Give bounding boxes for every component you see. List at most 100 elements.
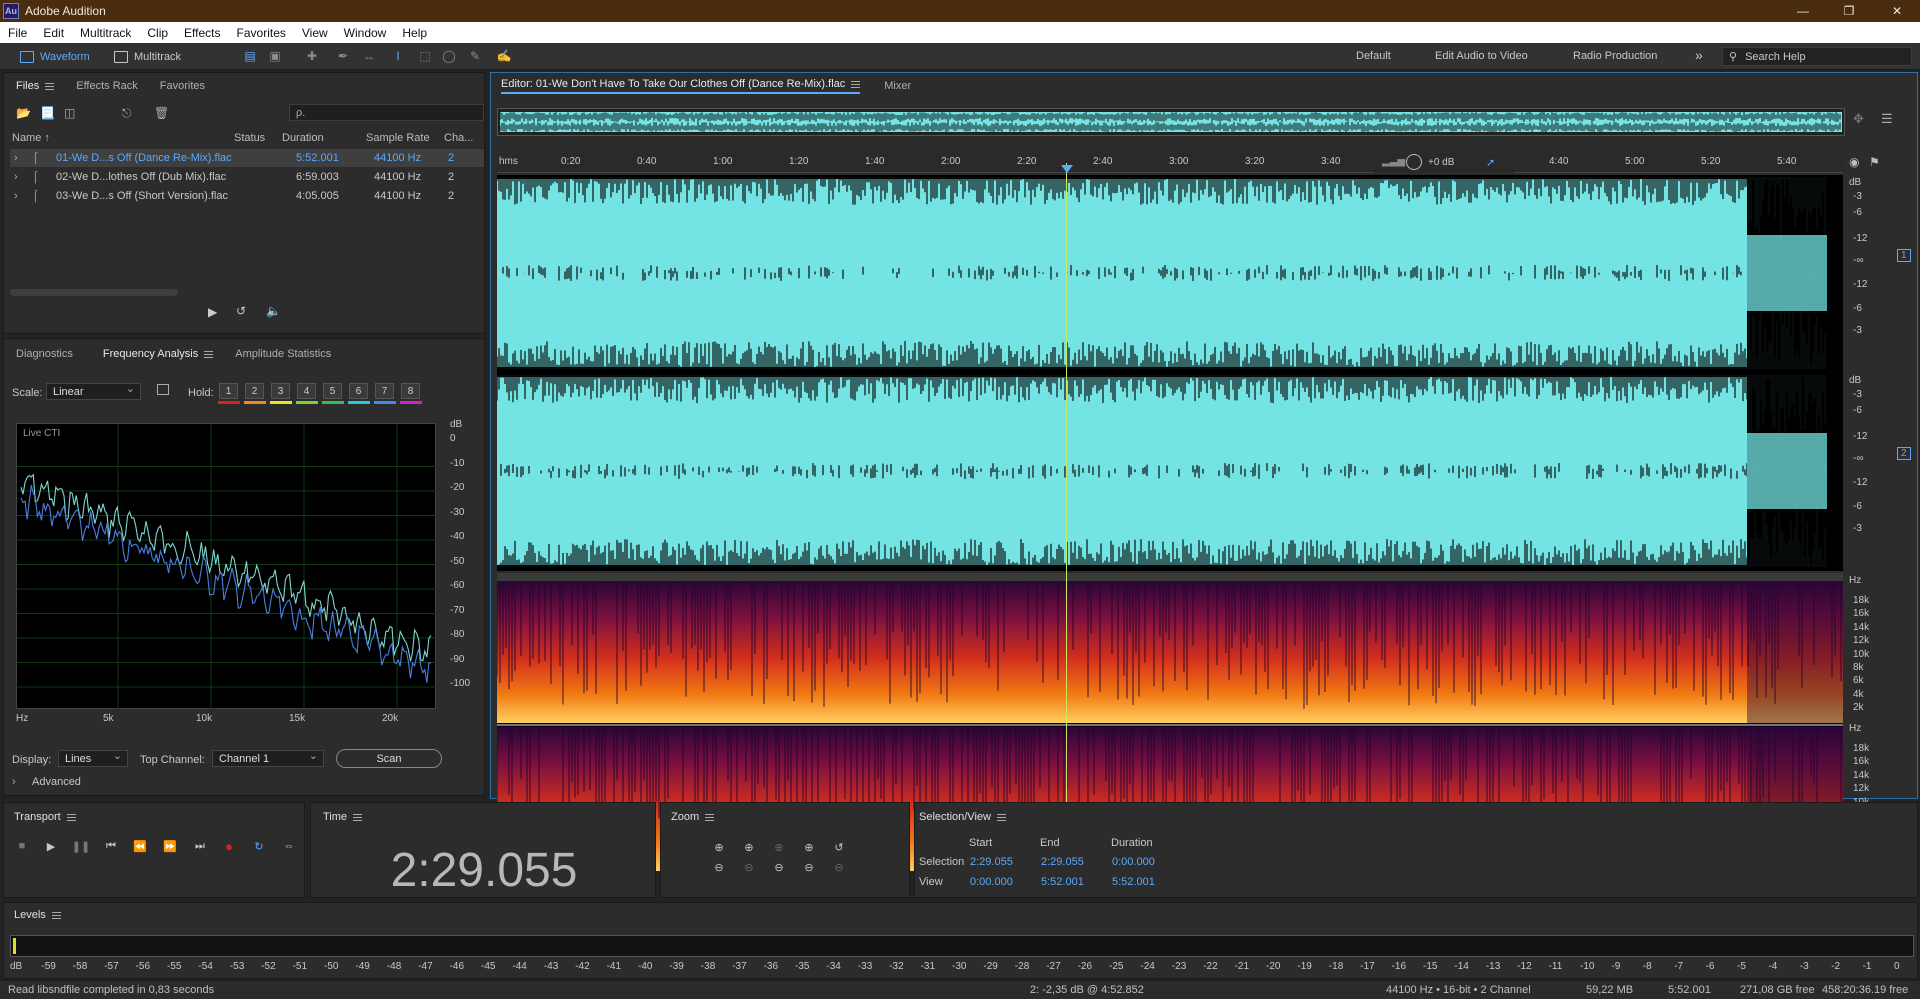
marquee-tool-icon[interactable]: ⬚ bbox=[418, 49, 432, 63]
workspace-default[interactable]: Default bbox=[1356, 50, 1391, 62]
channel-badge[interactable]: 2 bbox=[1897, 447, 1911, 460]
panel-menu-icon[interactable] bbox=[705, 813, 715, 821]
panel-menu-icon[interactable] bbox=[45, 82, 55, 90]
view-start[interactable]: 0:00.000 bbox=[970, 876, 1013, 888]
close-icon[interactable]: ✕ bbox=[1874, 0, 1920, 22]
spot-healing-tool-icon[interactable]: ✍ bbox=[497, 49, 512, 63]
hold-button-2[interactable]: 2 bbox=[245, 383, 264, 399]
workspace-edit-audio-to-video[interactable]: Edit Audio to Video bbox=[1435, 50, 1528, 62]
spectral-divider[interactable] bbox=[497, 573, 1843, 581]
zoom-out-full-icon[interactable]: ⊖ bbox=[801, 860, 817, 874]
hold-button-3[interactable]: 3 bbox=[271, 383, 290, 399]
menu-edit[interactable]: Edit bbox=[35, 26, 72, 40]
hold-button-1[interactable]: 1 bbox=[219, 383, 238, 399]
selection-end[interactable]: 2:29.055 bbox=[1041, 856, 1084, 868]
file-row[interactable]: › ⌠ 01-We D...s Off (Dance Re-Mix).flac 5… bbox=[10, 149, 484, 167]
move-to-previous-icon[interactable]: ⏮ bbox=[103, 839, 119, 853]
zoom-in-amplitude-icon[interactable]: ⊕ bbox=[711, 840, 727, 854]
stop-icon[interactable]: ■ bbox=[14, 839, 30, 853]
col-status[interactable]: Status bbox=[234, 132, 265, 144]
minimize-icon[interactable]: — bbox=[1780, 0, 1826, 22]
search-help-field[interactable]: ⚲ Search Help bbox=[1722, 47, 1912, 66]
hud-gain-control[interactable]: ▂▃▅ +0 dB ➚ bbox=[1374, 153, 1514, 173]
hold-button-8[interactable]: 8 bbox=[401, 383, 420, 399]
playhead-handle-icon[interactable] bbox=[1061, 165, 1073, 173]
menu-clip[interactable]: Clip bbox=[139, 26, 176, 40]
zoom-in-left-icon[interactable]: ⊕ bbox=[771, 840, 787, 854]
scale-dropdown[interactable]: Linear bbox=[46, 382, 141, 400]
current-time-display[interactable]: 2:29.055 bbox=[311, 843, 657, 898]
files-search-input[interactable]: ρ. bbox=[289, 104, 484, 121]
view-duration[interactable]: 5:52.001 bbox=[1112, 876, 1155, 888]
menu-window[interactable]: Window bbox=[336, 26, 395, 40]
selection-start[interactable]: 2:29.055 bbox=[970, 856, 1013, 868]
pause-icon[interactable]: ❚❚ bbox=[72, 839, 90, 853]
menu-effects[interactable]: Effects bbox=[176, 26, 228, 40]
zoom-reset-icon[interactable]: ✥ bbox=[1853, 111, 1864, 127]
pin-marker-icon[interactable]: ⚑ bbox=[1869, 155, 1880, 169]
skip-selection-icon[interactable]: ⇔ bbox=[281, 839, 297, 853]
timeline-ruler[interactable]: hms 0:20 0:40 1:00 1:20 1:40 2:00 2:20 2:40 3:00… bbox=[497, 153, 1843, 173]
zoom-to-selection-icon[interactable]: ⊖ bbox=[771, 860, 787, 874]
col-name[interactable]: Name ↑ bbox=[12, 132, 50, 144]
restore-icon[interactable]: ❐ bbox=[1826, 0, 1872, 22]
panel-menu-icon[interactable] bbox=[996, 813, 1006, 821]
headphones-icon[interactable]: ◉ bbox=[1849, 155, 1859, 169]
top-channel-dropdown[interactable]: Channel 1 bbox=[212, 749, 324, 767]
time-selection-tool-icon[interactable]: I bbox=[391, 49, 405, 63]
tab-mixer[interactable]: Mixer bbox=[884, 80, 911, 92]
rewind-icon[interactable]: ⏪ bbox=[132, 839, 148, 853]
gain-knob-icon[interactable] bbox=[1406, 154, 1422, 170]
waveform-display[interactable] bbox=[497, 175, 1843, 571]
tab-favorites[interactable]: Favorites bbox=[160, 80, 205, 92]
zoom-out-full-amplitude-icon[interactable]: ⊖ bbox=[831, 860, 847, 874]
fast-forward-icon[interactable]: ⏩ bbox=[162, 839, 178, 853]
loop-playback-icon[interactable]: ↻ bbox=[251, 839, 267, 853]
advanced-toggle[interactable]: Advanced bbox=[32, 776, 81, 788]
zoom-in-right-icon[interactable]: ⊕ bbox=[801, 840, 817, 854]
tab-amplitude-statistics[interactable]: Amplitude Statistics bbox=[235, 348, 331, 360]
preview-loop-icon[interactable]: ↺ bbox=[236, 304, 246, 318]
file-row[interactable]: › ⌠ 03-We D...s Off (Short Version).flac … bbox=[10, 187, 484, 205]
panel-menu-icon[interactable] bbox=[204, 350, 214, 358]
file-row[interactable]: › ⌠ 02-We D...lothes Off (Dub Mix).flac 6… bbox=[10, 168, 484, 186]
workspace-radio-production[interactable]: Radio Production bbox=[1573, 50, 1657, 62]
copy-to-clipboard-icon[interactable] bbox=[157, 384, 169, 395]
play-icon[interactable]: ▶ bbox=[43, 839, 59, 853]
view-end[interactable]: 5:52.001 bbox=[1041, 876, 1084, 888]
files-horizontal-scrollbar[interactable] bbox=[10, 289, 178, 296]
scan-button[interactable]: Scan bbox=[336, 749, 442, 768]
col-duration[interactable]: Duration bbox=[282, 132, 324, 144]
move-to-next-icon[interactable]: ⏭ bbox=[192, 839, 208, 853]
move-tool-icon[interactable]: ✚ bbox=[305, 49, 319, 63]
waveform-view-button[interactable]: Waveform bbox=[20, 47, 90, 66]
hold-button-7[interactable]: 7 bbox=[375, 383, 394, 399]
tab-editor[interactable]: Editor: 01-We Don't Have To Take Our Clo… bbox=[501, 78, 861, 94]
zoom-in-time-icon[interactable]: ⊕ bbox=[741, 840, 757, 854]
preview-volume-icon[interactable]: 🔈 bbox=[266, 304, 281, 318]
hold-button-4[interactable]: 4 bbox=[297, 383, 316, 399]
multitrack-view-button[interactable]: Multitrack bbox=[114, 47, 181, 66]
col-channels[interactable]: Cha... bbox=[444, 132, 473, 144]
menu-view[interactable]: View bbox=[294, 26, 336, 40]
display-dropdown[interactable]: Lines bbox=[58, 749, 128, 767]
pin-hud-icon[interactable]: ➚ bbox=[1486, 156, 1495, 169]
insert-into-multitrack-icon[interactable]: ⎋ bbox=[122, 106, 132, 121]
delete-file-icon[interactable]: 🗑 bbox=[154, 106, 169, 120]
menu-favorites[interactable]: Favorites bbox=[229, 26, 294, 40]
open-file-icon[interactable]: 📂 bbox=[16, 106, 31, 120]
new-file-icon[interactable]: ◫ bbox=[64, 106, 75, 120]
menu-multitrack[interactable]: Multitrack bbox=[72, 26, 139, 40]
channel-badge[interactable]: 1 bbox=[1897, 249, 1911, 262]
menu-file[interactable]: File bbox=[0, 26, 35, 40]
tab-files[interactable]: Files bbox=[16, 80, 55, 92]
record-icon[interactable]: ● bbox=[221, 839, 237, 854]
zoom-reset-time-icon[interactable]: ↺ bbox=[831, 840, 847, 854]
zoom-out-time-icon[interactable]: ⊖ bbox=[741, 860, 757, 874]
col-sample-rate[interactable]: Sample Rate bbox=[366, 132, 430, 144]
brush-tool-icon[interactable]: ✎ bbox=[468, 49, 482, 63]
tab-effects-rack[interactable]: Effects Rack bbox=[76, 80, 138, 92]
playhead-cursor[interactable] bbox=[1066, 163, 1067, 869]
slip-tool-icon[interactable]: ↔ bbox=[362, 49, 376, 63]
tab-diagnostics[interactable]: Diagnostics bbox=[16, 348, 73, 360]
